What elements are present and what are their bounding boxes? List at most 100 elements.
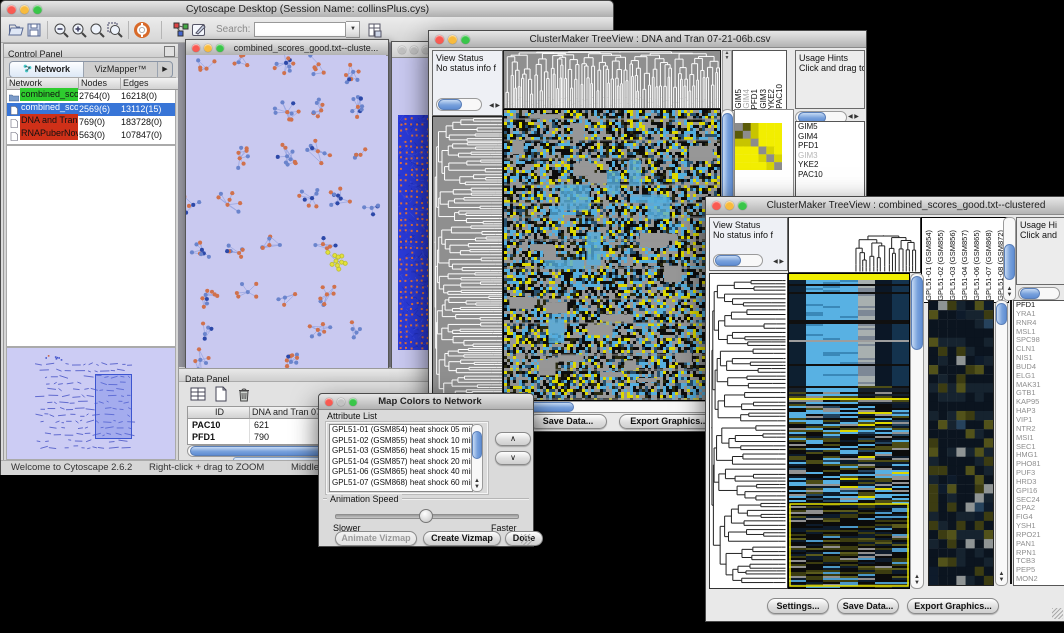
tv2-heatmap[interactable]: [788, 273, 910, 589]
tv2-titlebar[interactable]: ClusterMaker TreeView : combined_scores_…: [706, 197, 1064, 215]
heatmap-column-label[interactable]: GPL51-06 (GSM865): [973, 230, 981, 301]
close-icon[interactable]: [192, 44, 200, 52]
zoom-selected-icon[interactable]: [88, 21, 106, 39]
tv2-settings-button[interactable]: Settings...: [767, 598, 829, 614]
minimize-icon[interactable]: [20, 5, 29, 14]
resize-grip[interactable]: [1052, 608, 1063, 619]
tv2-save-data-button[interactable]: Save Data...: [837, 598, 899, 614]
col-header-edges[interactable]: Edges: [121, 78, 179, 90]
tv2-row-dendrogram[interactable]: [709, 273, 788, 589]
gene-label[interactable]: MON2: [1014, 575, 1064, 584]
minimize-icon[interactable]: [725, 201, 734, 210]
dialog-titlebar[interactable]: Map Colors to Network: [319, 394, 533, 410]
tv1-status-hscrollbar[interactable]: [436, 98, 482, 111]
help-lifering-icon[interactable]: [133, 21, 151, 39]
minimize-icon[interactable]: [448, 35, 457, 44]
gene-label[interactable]: PAC10: [796, 170, 864, 180]
tv1-heatmap[interactable]: [503, 109, 721, 401]
zoom-window-icon[interactable]: [216, 44, 224, 52]
heatmap-column-label[interactable]: GPL51-07 (GSM868): [985, 230, 993, 301]
tv1-summary-heatmap[interactable]: [735, 123, 782, 170]
zoom-window-icon[interactable]: [33, 5, 42, 14]
network-view-titlebar[interactable]: combined_scores_good.txt--cluste...: [186, 40, 388, 56]
tv1-titlebar[interactable]: ClusterMaker TreeView : DNA and Tran 07-…: [429, 31, 866, 48]
search-input[interactable]: [254, 22, 346, 37]
tv2-export-graphics-button[interactable]: Export Graphics...: [907, 598, 999, 614]
zoom-window-icon[interactable]: [461, 35, 470, 44]
heatmap-column-label[interactable]: GPL51-03 (GSM856): [949, 230, 957, 301]
network-graph-canvas[interactable]: [186, 55, 386, 368]
zoom-in-icon[interactable]: [70, 21, 88, 39]
attribute-list-item[interactable]: GPL51-06 (GSM865) heat shock 40 min: [330, 467, 472, 478]
tab-overflow-arrow[interactable]: ▶: [158, 62, 172, 77]
heatmap-column-label[interactable]: GPL51-04 (GSM857): [961, 230, 969, 301]
close-icon[interactable]: [325, 398, 333, 406]
tv2-heatmap-vscrollbar[interactable]: ▲▼: [910, 273, 924, 589]
minimize-icon[interactable]: [204, 44, 212, 52]
table-select-icon[interactable]: [189, 385, 207, 403]
delete-attribute-icon[interactable]: [235, 385, 253, 403]
move-attribute-down-button[interactable]: ∨: [495, 451, 531, 465]
attribute-list-item[interactable]: GPL51-02 (GSM855) heat shock 10 min: [330, 436, 472, 447]
tv1-save-data-button[interactable]: Save Data...: [529, 414, 607, 429]
tv1-status-scroll-arrows[interactable]: ◀ ▶: [489, 103, 500, 109]
animate-vizmap-button[interactable]: Animate Vizmap: [335, 531, 417, 546]
attribute-list-item[interactable]: GPL51-04 (GSM857) heat shock 20 min: [330, 457, 472, 468]
tv1-usage-scroll-arrows[interactable]: ◀ ▶: [848, 114, 859, 120]
window-controls[interactable]: [7, 5, 42, 14]
resize-grip[interactable]: [521, 534, 532, 545]
attribute-list-item[interactable]: GPL51-01 (GSM854) heat shock 05 min: [330, 425, 472, 436]
tv1-heatmap-hscrollbar[interactable]: [503, 401, 721, 413]
search-dropdown-icon[interactable]: ▼: [346, 21, 360, 38]
attribute-list-item[interactable]: GPL51-03 (GSM856) heat shock 15 min: [330, 446, 472, 457]
move-attribute-up-button[interactable]: ∧: [495, 432, 531, 446]
tv1-row-dendrogram[interactable]: [432, 116, 503, 401]
main-titlebar[interactable]: Cytoscape Desktop (Session Name: collins…: [1, 1, 613, 18]
zoom-window-icon[interactable]: [738, 201, 747, 210]
create-vizmap-button[interactable]: Create Vizmap: [423, 531, 501, 546]
tab-vizmapper[interactable]: VizMapper™: [84, 62, 158, 77]
tv2-labels-vscrollbar[interactable]: ▲▼: [1003, 217, 1016, 301]
gene-label[interactable]: PFD1: [796, 141, 864, 151]
heatmap-column-label[interactable]: GPL51-02 (GSM855): [937, 230, 945, 301]
float-panel-icon[interactable]: [164, 46, 175, 57]
animation-speed-slider-thumb[interactable]: [419, 509, 433, 523]
close-icon[interactable]: [712, 201, 721, 210]
zoom-fit-icon[interactable]: [106, 21, 124, 39]
network-tree-area[interactable]: [6, 145, 176, 347]
gene-label[interactable]: GIM5: [796, 122, 864, 132]
tv2-zoom-vscrollbar[interactable]: ▲▼: [995, 300, 1008, 586]
attribute-list-vscrollbar[interactable]: ▲▼: [471, 424, 483, 492]
tv2-usage-hscrollbar[interactable]: [1018, 287, 1060, 300]
tv2-status-scroll-arrows[interactable]: ◀ ▶: [773, 259, 784, 265]
zoom-window-icon[interactable]: [349, 398, 357, 406]
minimize-icon[interactable]: [337, 398, 345, 406]
close-icon[interactable]: [435, 35, 444, 44]
save-icon[interactable]: [25, 21, 43, 39]
vizmapper-icon[interactable]: [172, 21, 190, 39]
col-header-id[interactable]: ID: [188, 407, 250, 419]
dense-network-canvas[interactable]: [398, 115, 430, 350]
new-attribute-icon[interactable]: [212, 385, 230, 403]
gene-label[interactable]: GIM4: [796, 132, 864, 142]
minimize-icon[interactable]: [410, 46, 418, 54]
col-header-nodes[interactable]: Nodes: [79, 78, 121, 90]
annotation-icon[interactable]: [190, 21, 208, 39]
heatmap-column-label[interactable]: GPL51-01 (GSM854): [925, 230, 933, 301]
attribute-list-item[interactable]: GPL51-07 (GSM868) heat shock 60 min: [330, 478, 472, 489]
tv2-status-hscrollbar[interactable]: [713, 254, 763, 267]
gene-label[interactable]: GIM3: [796, 151, 864, 161]
close-icon[interactable]: [7, 5, 16, 14]
attribute-listbox[interactable]: GPL51-01 (GSM854) heat shock 05 minGPL51…: [329, 424, 473, 492]
tv1-dendro-scroll-strip[interactable]: ▲▼: [722, 50, 732, 111]
zoom-out-icon[interactable]: [52, 21, 70, 39]
heatmap-column-label[interactable]: PAC10: [776, 84, 784, 109]
close-icon[interactable]: [398, 46, 406, 54]
tab-network[interactable]: Network: [10, 62, 84, 77]
gene-label[interactable]: YKE2: [796, 160, 864, 170]
tv1-export-graphics-button[interactable]: Export Graphics...: [619, 414, 719, 429]
tv2-column-dendrogram[interactable]: [788, 217, 921, 273]
open-file-icon[interactable]: [7, 21, 25, 39]
network-table-row[interactable]: RNAPuberNov2+l563(0)107847(0): [7, 129, 175, 142]
attribute-table-icon[interactable]: [366, 21, 384, 39]
